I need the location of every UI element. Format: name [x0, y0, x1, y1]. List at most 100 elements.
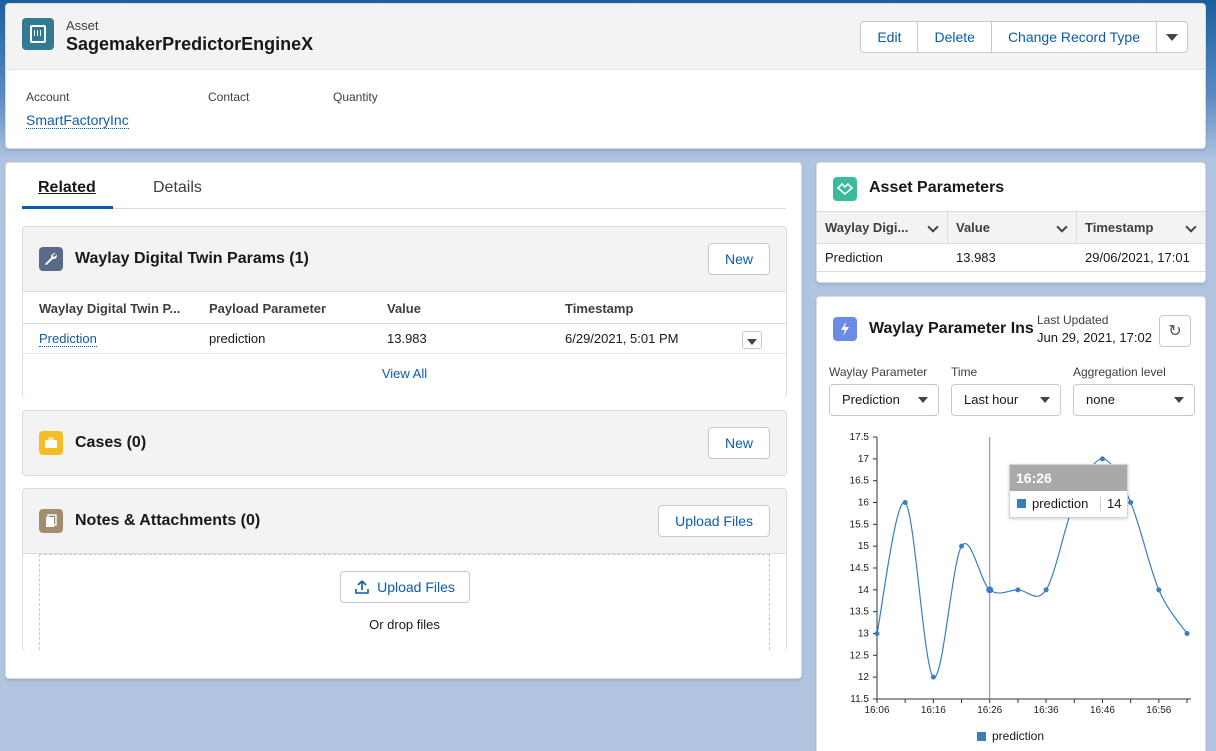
refresh-icon: ↻ — [1168, 323, 1182, 340]
last-updated-value: Jun 29, 2021, 17:02 — [1037, 330, 1152, 345]
column-header-timestamp[interactable]: Timestamp — [1077, 212, 1206, 243]
record-header: Asset SagemakerPredictorEngineX Edit Del… — [5, 3, 1206, 149]
upload-files-button[interactable]: Upload Files — [658, 505, 770, 537]
row-actions-button[interactable] — [742, 331, 762, 349]
change-record-type-button[interactable]: Change Record Type — [991, 22, 1157, 52]
table-cell: prediction — [209, 331, 266, 346]
briefcase-icon — [39, 431, 63, 455]
chevron-down-icon — [1040, 397, 1050, 403]
aggregation-label: Aggregation level — [1073, 365, 1166, 379]
asset-parameters-card: Asset Parameters Waylay Digi... Value Ti… — [816, 162, 1206, 283]
y-tick-label: 17.5 — [850, 432, 870, 443]
column-header: Waylay Digital Twin P... — [39, 301, 181, 316]
table-cell: 6/29/2021, 5:01 PM — [565, 331, 679, 346]
chevron-down-icon — [747, 339, 757, 345]
data-point — [959, 543, 965, 549]
related-list-title: Waylay Digital Twin Params (1) — [75, 250, 309, 267]
active-tab-indicator — [22, 206, 113, 209]
header-highlights: Asset SagemakerPredictorEngineX Edit Del… — [6, 4, 1205, 70]
view-all-link[interactable]: View All — [23, 354, 786, 398]
drop-text: Or drop files — [369, 617, 440, 632]
data-point — [902, 500, 908, 505]
parameter-insights-card: Waylay Parameter Ins Last Updated Jun 29… — [816, 296, 1206, 751]
related-list-body: Waylay Digital Twin P... Payload Paramet… — [23, 291, 786, 398]
main-panel: Related Details Waylay Digital Twin Para… — [5, 162, 802, 679]
field-label: Quantity — [333, 90, 378, 104]
y-tick-label: 15 — [858, 541, 870, 552]
tooltip-time: 16:26 — [1010, 465, 1127, 491]
upload-label: Upload Files — [377, 579, 455, 595]
new-case-button[interactable]: New — [707, 427, 770, 459]
column-header: Timestamp — [565, 301, 634, 316]
data-point — [1128, 500, 1134, 505]
data-point — [1015, 587, 1021, 593]
related-list-body: Upload Files Or drop files — [23, 553, 786, 651]
related-list-title: Notes & Attachments (0) — [75, 512, 261, 529]
y-tick-label: 12.5 — [850, 650, 870, 661]
data-point — [1184, 631, 1190, 636]
data-point — [1156, 587, 1162, 593]
drop-upload-button[interactable]: Upload Files — [340, 571, 470, 603]
data-point — [1043, 587, 1049, 593]
lightning-icon — [833, 317, 857, 341]
tab-related[interactable]: Related — [38, 179, 96, 197]
tab-details[interactable]: Details — [153, 179, 202, 197]
more-actions-button[interactable] — [1157, 22, 1187, 52]
y-tick-label: 16 — [858, 498, 870, 509]
tab-bar: Related Details — [22, 163, 786, 209]
x-tick-label: 16:26 — [977, 705, 1002, 716]
delete-button[interactable]: Delete — [918, 22, 992, 52]
x-tick-label: 16:36 — [1034, 705, 1059, 716]
column-header-name[interactable]: Waylay Digi... — [817, 212, 948, 243]
chevron-down-icon — [1185, 221, 1197, 233]
y-tick-label: 14.5 — [850, 563, 870, 574]
handshake-icon — [833, 177, 857, 201]
field-account: Account SmartFactoryInc — [26, 90, 129, 129]
parameter-select[interactable]: Prediction — [829, 384, 939, 416]
chart-tooltip: 16:26 prediction 14 — [1009, 464, 1128, 518]
column-header: Value — [387, 301, 421, 316]
data-point — [1099, 456, 1105, 462]
table-cell: 13.983 — [956, 250, 996, 265]
y-tick-label: 15.5 — [850, 519, 870, 530]
related-list-digital-twin: Waylay Digital Twin Params (1) New Wayla… — [22, 226, 787, 398]
x-tick-label: 16:56 — [1146, 705, 1171, 716]
field-label: Contact — [208, 90, 250, 104]
series-swatch — [1017, 499, 1026, 508]
table-cell: 29/06/2021, 17:01 — [1085, 250, 1190, 265]
x-tick-label: 16:46 — [1090, 705, 1115, 716]
chevron-down-icon — [1056, 221, 1068, 233]
related-list-title: Cases (0) — [75, 434, 147, 451]
data-point — [986, 586, 994, 594]
table-header: Waylay Digital Twin P... Payload Paramet… — [23, 292, 786, 324]
new-twin-param-button[interactable]: New — [707, 243, 770, 275]
record-link[interactable]: Prediction — [39, 331, 97, 347]
file-drop-zone[interactable]: Upload Files Or drop files — [39, 554, 770, 650]
tooltip-series: prediction — [1032, 496, 1089, 511]
y-tick-label: 12 — [858, 672, 870, 683]
header-actions: Edit Delete Change Record Type — [860, 21, 1188, 53]
aggregation-select[interactable]: none — [1073, 384, 1195, 416]
column-header-value[interactable]: Value — [948, 212, 1077, 243]
wrench-icon — [39, 247, 63, 271]
account-link[interactable]: SmartFactoryInc — [26, 112, 129, 129]
related-list-cases: Cases (0) New — [22, 410, 787, 476]
column-header: Payload Parameter — [209, 301, 327, 316]
x-tick-label: 16:06 — [864, 705, 889, 716]
chevron-down-icon — [918, 397, 928, 403]
field-contact: Contact — [208, 90, 249, 104]
time-label: Time — [951, 365, 978, 379]
chart-legend[interactable]: prediction — [977, 729, 1044, 743]
chevron-down-icon — [927, 221, 939, 233]
refresh-button[interactable]: ↻ — [1159, 315, 1191, 347]
card-title: Waylay Parameter Ins — [869, 320, 1034, 337]
asset-icon — [22, 18, 54, 50]
y-tick-label: 16.5 — [850, 476, 870, 487]
y-tick-label: 11.5 — [850, 694, 869, 705]
edit-button[interactable]: Edit — [861, 22, 919, 52]
card-title: Asset Parameters — [869, 179, 1005, 196]
table-header: Waylay Digi... Value Timestamp — [817, 211, 1206, 244]
tooltip-value: 14 — [1100, 496, 1121, 511]
time-select[interactable]: Last hour — [951, 384, 1061, 416]
file-icon — [39, 509, 63, 533]
